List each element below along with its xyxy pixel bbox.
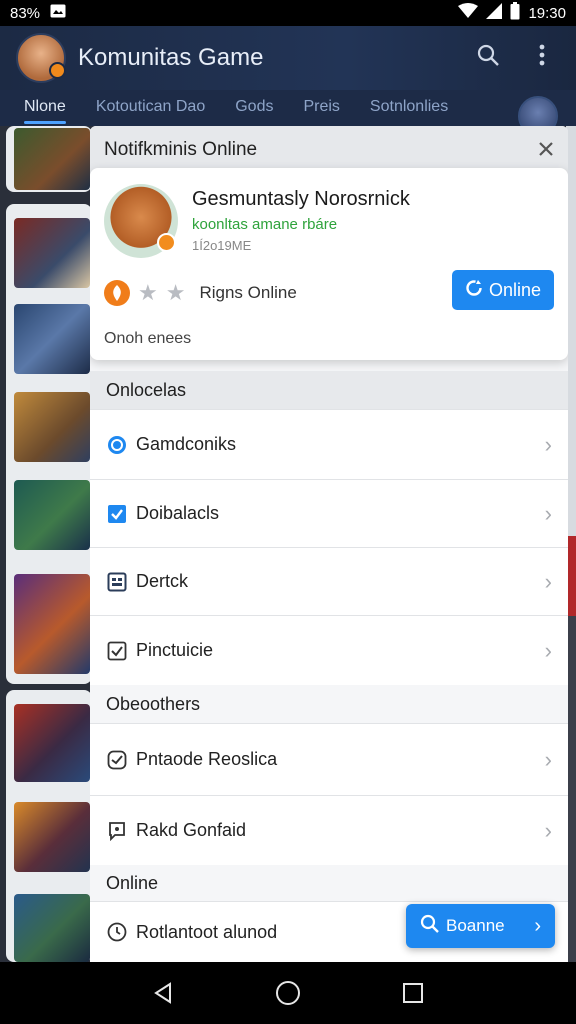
clock-time: 19:30	[528, 4, 566, 22]
star-icon: ★	[138, 280, 158, 305]
battery-status-icon	[510, 2, 520, 24]
close-icon[interactable]	[538, 137, 554, 163]
chevron-right-icon: ›	[544, 637, 552, 663]
fab-label: Boanne	[446, 916, 505, 935]
star-icon: ★	[165, 280, 186, 305]
list-item-pntaode-reoslica[interactable]: Pntaode Reoslica ›	[90, 723, 568, 795]
chat-icon	[106, 820, 128, 842]
chevron-right-icon: ›	[544, 431, 552, 457]
chevron-right-icon: ›	[544, 746, 552, 772]
avatar[interactable]	[16, 33, 66, 83]
game-thumbnail[interactable]	[14, 480, 90, 550]
rank-row: ★ ★ Rigns Online	[104, 280, 297, 306]
sheet-title: Notifkminis Online	[104, 139, 258, 160]
grid-icon	[106, 571, 128, 593]
clock-icon	[106, 921, 128, 943]
profile-subtitle: koonltas amane rbáre	[192, 216, 338, 233]
app-title: Komunitas Game	[78, 44, 264, 71]
game-thumbnail[interactable]	[14, 128, 90, 190]
tab-bar: Nlone Kotoutican Dao Gods Preis Sotnlonl…	[0, 90, 576, 126]
game-thumbnail[interactable]	[14, 392, 90, 462]
list-item-rakd-gonfaid[interactable]: Rakd Gonfaid ›	[90, 795, 568, 865]
list-item-doibalacls[interactable]: Doibalacls ›	[90, 479, 568, 547]
back-icon[interactable]	[143, 973, 183, 1013]
wifi-icon	[458, 3, 479, 23]
game-thumbnail[interactable]	[14, 894, 90, 962]
search-icon[interactable]	[470, 43, 506, 73]
tab-gods[interactable]: Gods	[235, 90, 273, 126]
app-bar: Komunitas Game	[0, 26, 576, 90]
section-title: Online	[90, 865, 568, 901]
tab-sotnlonlies[interactable]: Sotnlonlies	[370, 90, 448, 126]
chevron-right-icon: ›	[544, 568, 552, 594]
list-item-dertck[interactable]: Dertck ›	[90, 547, 568, 615]
notifications-sheet: Notifkminis Online Gesmuntasly Norosrnic…	[90, 126, 568, 962]
rank-label: Rigns Online	[199, 283, 297, 302]
game-thumbnail[interactable]	[14, 304, 90, 374]
list-item-label: Dertck	[136, 571, 189, 591]
chevron-right-icon: ›	[534, 914, 541, 937]
more-vert-icon[interactable]	[524, 43, 560, 73]
gamepad-icon	[106, 434, 128, 456]
profile-meta: 1Í2o19ME	[192, 238, 252, 253]
online-button[interactable]: Online	[452, 270, 554, 310]
recents-icon[interactable]	[393, 973, 433, 1013]
chevron-right-icon: ›	[544, 817, 552, 843]
avatar[interactable]	[104, 184, 178, 258]
section-title: Obeoothers	[90, 685, 568, 723]
game-thumbnail[interactable]	[14, 704, 90, 782]
rank-badge-icon	[104, 280, 130, 306]
battery-percentage: 83%	[10, 4, 41, 22]
list-item-label: Gamdconiks	[136, 434, 237, 454]
signal-icon	[486, 3, 503, 23]
search-fab-button[interactable]: Boanne ›	[406, 904, 555, 948]
chevron-right-icon: ›	[544, 500, 552, 526]
check-square-icon	[106, 640, 128, 662]
game-thumbnail[interactable]	[14, 218, 90, 288]
list-item-label: Pinctuicie	[136, 640, 214, 660]
tab-kotoutican-dao[interactable]: Kotoutican Dao	[96, 90, 205, 126]
tab-nlone[interactable]: Nlone	[24, 90, 66, 126]
checkbox-icon	[106, 503, 128, 525]
photo-icon	[50, 4, 66, 22]
status-bar: 83% 19:30	[0, 0, 576, 26]
home-icon[interactable]	[268, 973, 308, 1013]
tab-preis[interactable]: Preis	[303, 90, 339, 126]
list-item-label: Doibalacls	[136, 503, 220, 523]
search-icon	[420, 914, 440, 939]
list-item-label: Rakd Gonfaid	[136, 820, 247, 840]
sheet-header: Notifkminis Online	[90, 126, 568, 174]
badge-check-icon	[106, 749, 128, 771]
refresh-icon	[465, 279, 483, 302]
game-thumbnail[interactable]	[14, 574, 90, 674]
game-thumbnail[interactable]	[14, 802, 90, 872]
list-item-pinctuicie[interactable]: Pinctuicie ›	[90, 615, 568, 685]
system-nav-bar	[0, 962, 576, 1024]
profile-footer: Onoh enees	[104, 330, 192, 347]
list-item-label: Pntaode Reoslica	[136, 749, 278, 769]
profile-card[interactable]: Gesmuntasly Norosrnick koonltas amane rb…	[90, 168, 568, 360]
online-button-label: Online	[488, 279, 542, 300]
section-title: Onlocelas	[90, 371, 568, 409]
profile-name: Gesmuntasly Norosrnick	[192, 188, 410, 210]
list-item-gamdconiks[interactable]: Gamdconiks ›	[90, 409, 568, 479]
